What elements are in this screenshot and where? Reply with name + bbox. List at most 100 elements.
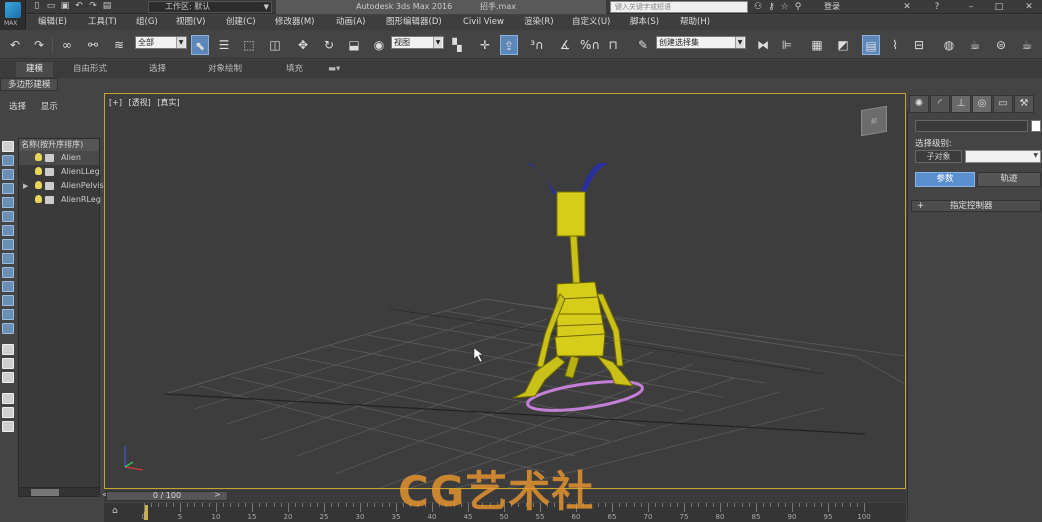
- subobject-button[interactable]: 子对象: [915, 150, 962, 163]
- object-color-swatch[interactable]: [1031, 120, 1041, 132]
- workspace-dropdown[interactable]: 工作区: 默认 ▼: [148, 1, 272, 13]
- sort-icon[interactable]: [2, 344, 14, 355]
- application-button[interactable]: MAX: [0, 0, 26, 30]
- geometry-filter-icon[interactable]: [2, 183, 14, 194]
- hierarchy-tab-icon[interactable]: ⊥: [951, 95, 971, 113]
- menu-civil-view[interactable]: Civil View: [463, 15, 504, 30]
- move-icon[interactable]: ✥: [294, 35, 312, 55]
- material-editor-icon[interactable]: ◍: [940, 35, 958, 55]
- tree-row[interactable]: AlienLLeg: [19, 165, 100, 179]
- exchange-icon[interactable]: ✕: [898, 0, 916, 14]
- menu-modifiers[interactable]: 修改器(M): [275, 15, 314, 30]
- object-name-field[interactable]: [915, 120, 1028, 132]
- groups-filter-icon[interactable]: [2, 267, 14, 278]
- select-by-name-icon[interactable]: ☰: [215, 35, 233, 55]
- horizontal-scrollbar[interactable]: [18, 487, 100, 497]
- ribbon-tab-object-paint[interactable]: 对象绘制: [208, 62, 242, 77]
- next-frame-icon[interactable]: >: [214, 490, 221, 499]
- display-none-icon[interactable]: [2, 141, 14, 152]
- redo-icon[interactable]: ↷: [30, 35, 48, 55]
- redo-icon[interactable]: ↷: [88, 1, 98, 11]
- layer-manager-icon[interactable]: ▦: [808, 35, 826, 55]
- select-manipulate-icon[interactable]: ✛: [476, 35, 494, 55]
- ribbon-toggle-icon[interactable]: ◩: [834, 35, 852, 55]
- hierarchy-icon[interactable]: [2, 358, 14, 369]
- find-icon[interactable]: [2, 407, 14, 418]
- modify-tab-icon[interactable]: ◜: [930, 95, 950, 113]
- rotate-icon[interactable]: ↻: [320, 35, 338, 55]
- link-icon[interactable]: ∞: [58, 35, 76, 55]
- minimize-button[interactable]: –: [962, 0, 980, 14]
- favorites-icon[interactable]: ☆: [781, 0, 789, 14]
- ribbon-tab-freeform[interactable]: 自由形式: [73, 62, 107, 77]
- display-all-icon[interactable]: [2, 155, 14, 166]
- render-production-icon[interactable]: ☕: [1018, 35, 1036, 55]
- ribbon-tab-selection[interactable]: 选择: [149, 62, 166, 77]
- cameras-filter-icon[interactable]: [2, 225, 14, 236]
- lights-filter-icon[interactable]: [2, 211, 14, 222]
- open-file-icon[interactable]: ▭: [46, 1, 56, 11]
- parameters-button[interactable]: 参数: [915, 172, 975, 187]
- scene-explorer-icon[interactable]: ▤: [862, 35, 880, 55]
- search-input[interactable]: 键入关键字或短语: [610, 1, 748, 13]
- polygon-modeling-panel[interactable]: 多边形建模: [0, 78, 58, 91]
- shapes-filter-icon[interactable]: [2, 197, 14, 208]
- menu-rendering[interactable]: 渲染(R): [524, 15, 554, 30]
- filter-funnel-icon[interactable]: [2, 393, 14, 404]
- percent-snap-icon[interactable]: %∩: [580, 35, 600, 55]
- ribbon-tab-populate[interactable]: 填充: [286, 62, 303, 77]
- light-bulb-icon[interactable]: [35, 167, 42, 175]
- scrollbar-thumb[interactable]: [31, 489, 59, 496]
- light-bulb-icon[interactable]: [35, 153, 42, 161]
- angle-snap-icon[interactable]: ∡: [556, 35, 574, 55]
- help-icon[interactable]: ?: [928, 0, 946, 14]
- select-object-icon[interactable]: ⬉: [191, 35, 209, 55]
- project-folder-icon[interactable]: ▤: [102, 1, 112, 11]
- column-header-name[interactable]: 名称(按升序排序): [19, 139, 99, 151]
- user-icon[interactable]: ⚲: [795, 0, 802, 14]
- menu-group[interactable]: 组(G): [136, 15, 158, 30]
- snaps-toggle-icon[interactable]: ³∩: [528, 35, 546, 55]
- placement-icon[interactable]: ◉: [370, 35, 388, 55]
- light-bulb-icon[interactable]: [35, 181, 42, 189]
- containers-filter-icon[interactable]: [2, 309, 14, 320]
- menu-customize[interactable]: 自定义(U): [572, 15, 610, 30]
- scale-icon[interactable]: ⬓: [345, 35, 363, 55]
- frozen-filter-icon[interactable]: [2, 323, 14, 334]
- selection-filter-dropdown[interactable]: 全部 ▼: [135, 36, 187, 49]
- perspective-viewport[interactable]: [+] [透视] [真实] 前: [104, 93, 906, 489]
- align-icon[interactable]: ⊫: [778, 35, 796, 55]
- mini-curve-editor-icon[interactable]: ⌂: [112, 506, 126, 518]
- schematic-view-icon[interactable]: ⊟: [910, 35, 928, 55]
- render-setup-icon[interactable]: ☕: [966, 35, 984, 55]
- expand-arrow-icon[interactable]: ▶: [23, 179, 28, 193]
- menu-help[interactable]: 帮助(H): [680, 15, 710, 30]
- helpers-filter-icon[interactable]: [2, 239, 14, 250]
- bones-filter-icon[interactable]: [2, 295, 14, 306]
- curve-editor-icon[interactable]: ⌇: [886, 35, 904, 55]
- utilities-tab-icon[interactable]: ⚒: [1014, 95, 1034, 113]
- save-file-icon[interactable]: ▣: [60, 1, 70, 11]
- trajectories-button[interactable]: 轨迹: [977, 172, 1041, 187]
- motion-tab-icon[interactable]: ◎: [972, 95, 992, 113]
- menu-tools[interactable]: 工具(T): [88, 15, 117, 30]
- layers-icon[interactable]: [2, 372, 14, 383]
- maximize-button[interactable]: □: [990, 0, 1008, 14]
- menu-graph-editors[interactable]: 图形编辑器(D): [386, 15, 442, 30]
- spacewarps-filter-icon[interactable]: [2, 253, 14, 264]
- rectangular-selection-icon[interactable]: ⬚: [240, 35, 258, 55]
- window-crossing-icon[interactable]: ◫: [266, 35, 284, 55]
- menu-animation[interactable]: 动画(A): [336, 15, 365, 30]
- named-selection-dropdown[interactable]: 创建选择集 ▼: [656, 36, 746, 49]
- menu-edit[interactable]: 编辑(E): [38, 15, 67, 30]
- close-button[interactable]: ✕: [1020, 0, 1038, 14]
- menu-scripting[interactable]: 脚本(S): [630, 15, 659, 30]
- subscription-icon[interactable]: ⚷: [768, 0, 775, 14]
- menu-views[interactable]: 视图(V): [176, 15, 205, 30]
- keyboard-shortcut-override-icon[interactable]: ⇪: [500, 35, 518, 55]
- xrefs-filter-icon[interactable]: [2, 281, 14, 292]
- pivot-center-icon[interactable]: ▚: [448, 35, 466, 55]
- tree-row[interactable]: AlienRLeg: [19, 193, 101, 207]
- tab-display[interactable]: 显示: [41, 102, 58, 112]
- bind-space-warp-icon[interactable]: ≋: [110, 35, 128, 55]
